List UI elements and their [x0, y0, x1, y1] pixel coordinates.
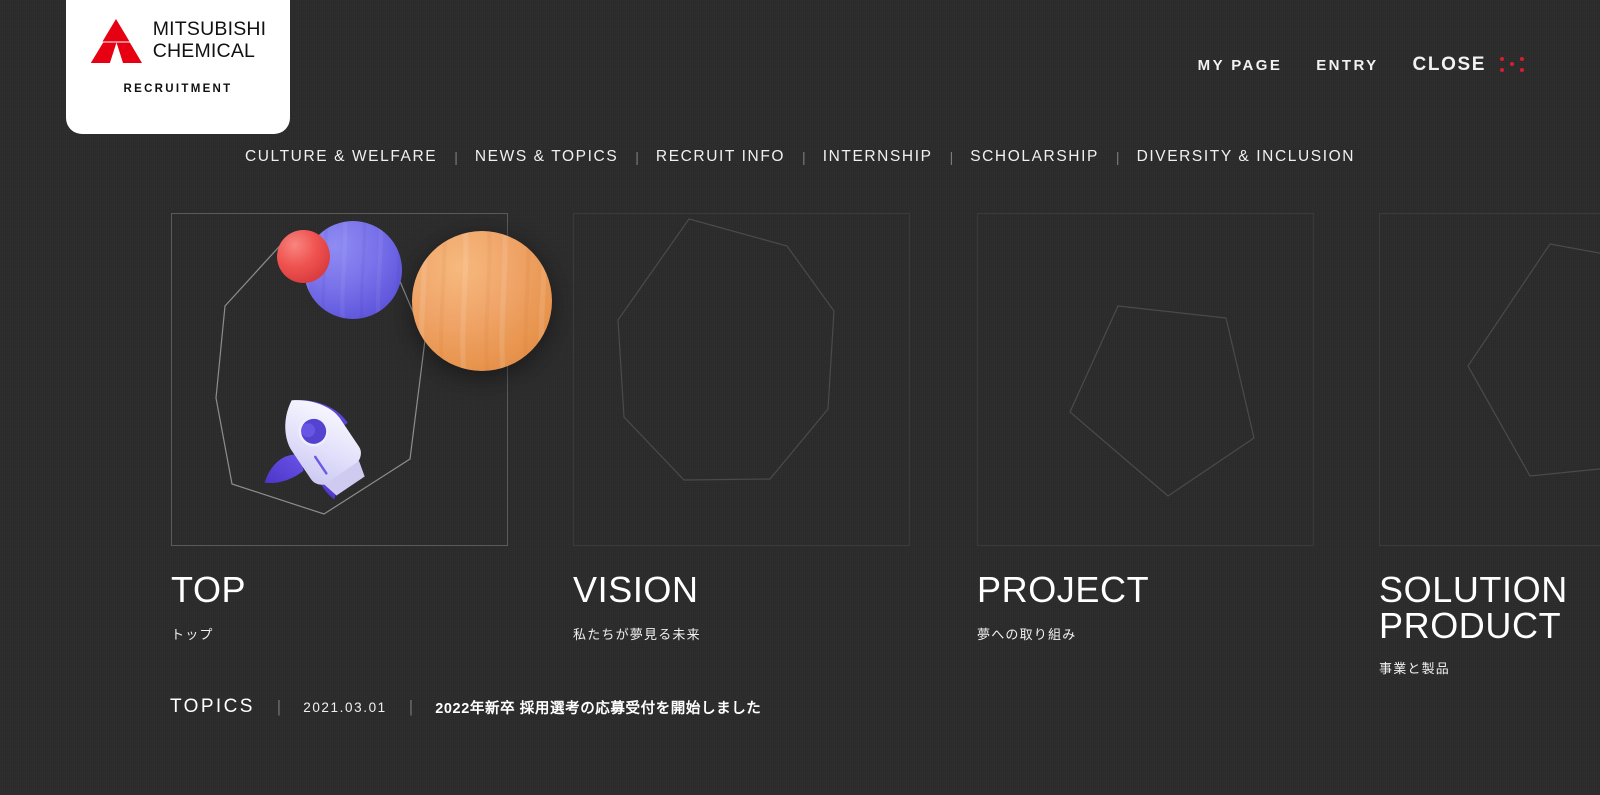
- nav-separator: |: [635, 149, 639, 165]
- nav-item-news-topics[interactable]: NEWS & TOPICS: [475, 148, 618, 166]
- card-solution-product[interactable]: SOLUTION PRODUCT 事業と製品: [1379, 213, 1600, 677]
- card-project[interactable]: PROJECT 夢への取り組み: [977, 213, 1314, 643]
- card-frame-project: [977, 213, 1314, 546]
- illustration-space-rocket-planets: [172, 214, 552, 547]
- card-top[interactable]: TOP トップ: [171, 213, 552, 643]
- card-title-vision: VISION: [573, 569, 699, 610]
- nav-separator: |: [949, 149, 954, 165]
- planet-orange: [412, 231, 552, 371]
- card-subtitle-vision: 私たちが夢見る未来: [573, 627, 701, 642]
- nav-separator: |: [1115, 149, 1120, 165]
- card-frame-solution-product: [1379, 213, 1600, 546]
- logo-wordmark: MITSUBISHI CHEMICAL: [152, 18, 267, 62]
- topics-separator: |: [276, 697, 282, 716]
- nav-item-internship[interactable]: INTERNSHIP: [823, 148, 933, 166]
- card-title-project: PROJECT: [977, 569, 1150, 610]
- pentagon-outline-project: [1069, 305, 1255, 497]
- card-subtitle-solution-product: 事業と製品: [1379, 661, 1451, 676]
- nav-item-recruit-info[interactable]: RECRUIT INFO: [656, 148, 785, 166]
- card-subtitle-project: 夢への取り組み: [977, 627, 1077, 642]
- octagon-outline-vision: [617, 218, 835, 481]
- rocket-icon: [264, 400, 365, 499]
- nav-item-scholarship[interactable]: SCHOLARSHIP: [970, 148, 1099, 166]
- card-subtitle-top: トップ: [171, 627, 214, 642]
- nav-item-culture-welfare[interactable]: CULTURE & WELFARE: [245, 148, 437, 166]
- card-frame-top: [171, 213, 552, 547]
- nav-item-diversity-inclusion[interactable]: DIVERSITY & INCLUSION: [1137, 148, 1356, 166]
- site-logo-badge[interactable]: MITSUBISHI CHEMICAL RECRUITMENT: [66, 0, 290, 134]
- topics-headline-link[interactable]: 2022年新卒 採用選考の応募受付を開始しました: [435, 697, 761, 718]
- util-link-my-page[interactable]: MY PAGE: [1198, 57, 1283, 74]
- close-dots-icon[interactable]: [1498, 52, 1528, 78]
- card-title-solution-product: SOLUTION PRODUCT: [1379, 569, 1568, 646]
- card-frame-vision: [573, 213, 910, 546]
- topics-separator: |: [408, 697, 414, 716]
- logo-row: MITSUBISHI CHEMICAL: [90, 18, 267, 64]
- topics-bar: TOPICS | 2021.03.01 | 2022年新卒 採用選考の応募受付を…: [170, 696, 761, 718]
- hexagon-outline-solution-product: [1467, 243, 1600, 477]
- main-nav: CULTURE & WELFARE | NEWS & TOPICS | RECR…: [0, 148, 1600, 166]
- topics-label: TOPICS: [170, 696, 255, 717]
- card-vision[interactable]: VISION 私たちが夢見る未来: [573, 213, 910, 643]
- nav-separator: |: [454, 149, 458, 165]
- card-title-top: TOP: [171, 569, 247, 610]
- section-card-grid: TOP トップ VISION 私たちが夢見る未来 PROJECT 夢への取り組み: [0, 213, 1600, 683]
- nav-separator: |: [802, 149, 806, 165]
- mitsubishi-three-diamonds-icon: [90, 18, 142, 64]
- close-button[interactable]: CLOSE: [1413, 54, 1486, 76]
- utility-nav: MY PAGE ENTRY CLOSE: [1198, 52, 1600, 78]
- planet-red: [277, 230, 330, 283]
- topics-date: 2021.03.01: [303, 699, 387, 715]
- logo-subtitle: RECRUITMENT: [123, 83, 233, 95]
- util-link-entry[interactable]: ENTRY: [1316, 57, 1378, 74]
